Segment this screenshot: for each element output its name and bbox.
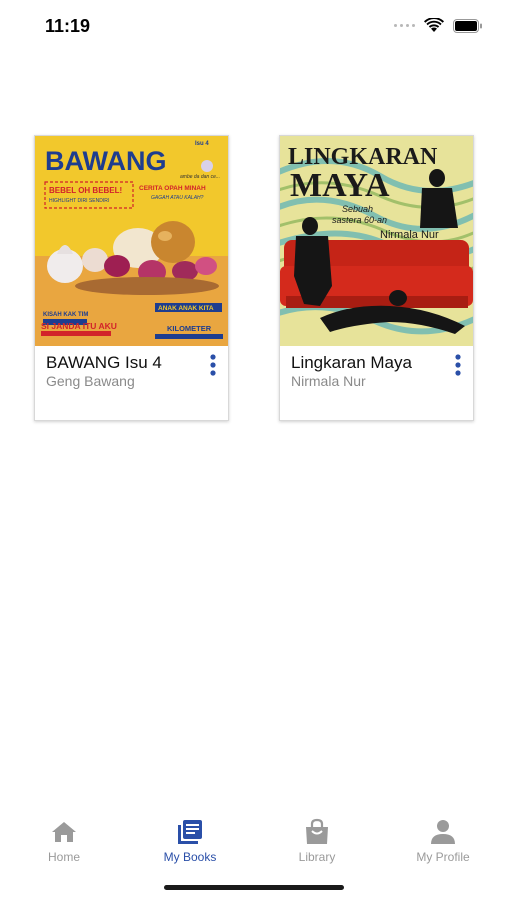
cover-title-line-2: MAYA <box>290 167 390 204</box>
cover-subtitle-1: Sebuah <box>342 204 373 214</box>
cover-headline-1: BEBEL OH BEBEL! <box>49 186 122 195</box>
cover-author: Nirmala Nur <box>380 229 439 241</box>
cover-headline-6: KILOMETER <box>167 324 212 333</box>
cover-headline-2: CERITA OPAH MINAH <box>139 185 206 192</box>
book-title: BAWANG Isu 4 <box>46 353 162 372</box>
more-vertical-icon <box>210 354 216 376</box>
person-icon <box>431 820 455 844</box>
tab-label: My Profile <box>416 850 470 864</box>
wifi-icon <box>424 18 444 32</box>
tab-label: My Books <box>163 850 217 864</box>
cellular-signal-icon <box>394 24 415 27</box>
cover-masthead: BAWANG <box>45 146 167 176</box>
home-icon <box>52 822 76 842</box>
tab-bar: Home My Books Library My Profile <box>0 810 507 870</box>
tab-label: Library <box>298 850 336 864</box>
tab-my-profile[interactable]: My Profile <box>388 810 498 870</box>
status-time: 11:19 <box>45 16 91 36</box>
book-card[interactable]: BAWANG Isu 4 ambe da dan ce... BEBEL OH … <box>34 135 229 421</box>
book-grid: BAWANG Isu 4 ambe da dan ce... BEBEL OH … <box>34 135 474 421</box>
tab-library[interactable]: Library <box>262 810 372 870</box>
cover-headline-4: SI JANDA ITU AKU <box>41 321 117 331</box>
cover-subtitle-2: sastera 60-an <box>332 215 387 225</box>
cover-issue: Isu 4 <box>195 141 209 147</box>
more-options-button[interactable] <box>202 350 224 380</box>
cover-headline-3: KISAH KAK TIM <box>43 312 88 318</box>
book-cover[interactable]: LINGKARAN MAYA Sebuah sastera 60-an Nirm… <box>280 136 473 346</box>
status-icons <box>394 18 483 33</box>
book-cover[interactable]: BAWANG Isu 4 ambe da dan ce... BEBEL OH … <box>35 136 228 346</box>
tab-label: Home <box>47 850 80 864</box>
more-options-button[interactable] <box>447 350 469 380</box>
battery-icon <box>453 18 482 33</box>
status-bar: 11:19 <box>0 0 507 54</box>
cover-headline-5: ANAK ANAK KITA <box>158 305 214 312</box>
cover-headline-2-sub: GAGAH ATAU KALAH? <box>151 195 204 201</box>
cover-headline-1-sub: HIGHLIGHT DIRI SENDIRI <box>49 198 109 204</box>
tab-home[interactable]: Home <box>9 810 119 870</box>
book-author: Geng Bawang <box>46 373 135 389</box>
cover-tagline: ambe da dan ce... <box>180 174 220 180</box>
home-indicator[interactable] <box>164 885 344 890</box>
book-author: Nirmala Nur <box>291 373 366 389</box>
book-title: Lingkaran Maya <box>291 353 412 372</box>
more-vertical-icon <box>455 354 461 376</box>
books-icon <box>178 820 202 844</box>
screen: 11:19 BAWANG Isu 4 ambe da dan ce... BEB… <box>0 0 507 900</box>
book-card[interactable]: LINGKARAN MAYA Sebuah sastera 60-an Nirm… <box>279 135 474 421</box>
tab-my-books[interactable]: My Books <box>135 810 245 870</box>
library-bag-icon <box>306 818 328 844</box>
